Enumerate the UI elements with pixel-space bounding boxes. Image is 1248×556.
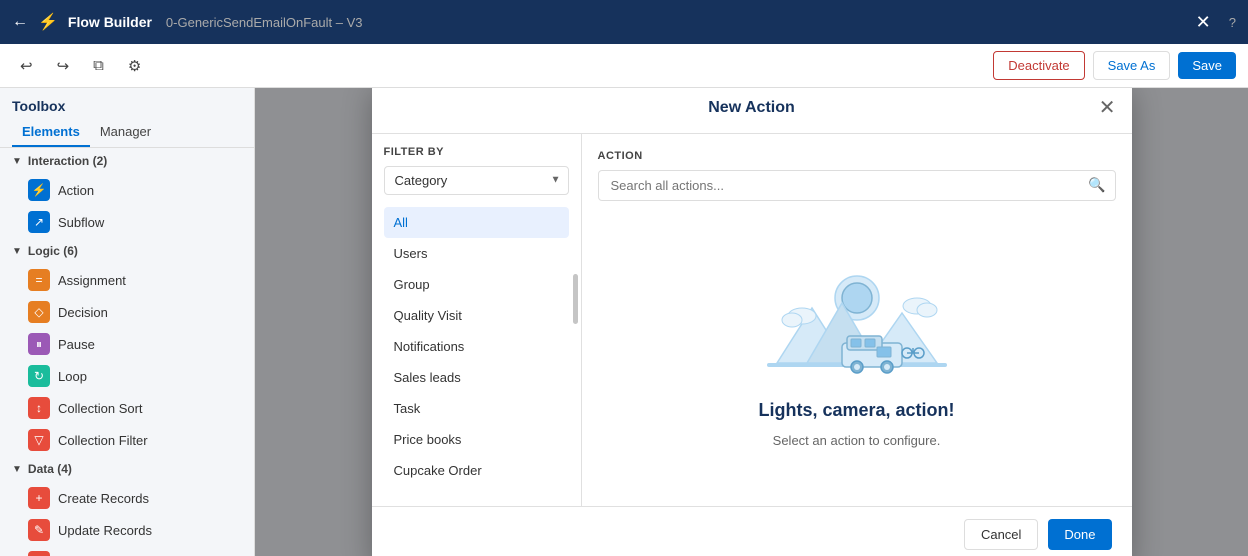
collection-sort-icon: ↕ — [28, 397, 50, 419]
app-name: Flow Builder — [68, 14, 152, 30]
sidebar-item-collection-filter-label: Collection Filter — [58, 433, 148, 448]
copy-button[interactable]: ⧉ — [85, 53, 112, 78]
sidebar-item-update-records-label: Update Records — [58, 523, 152, 538]
modal-body: Filter By Category Type Object ▼ All Use — [372, 134, 1132, 506]
top-bar: ← ⚡ Flow Builder 0-GenericSendEmailOnFau… — [0, 0, 1248, 44]
search-wrap: 🔍 — [598, 170, 1116, 201]
action-label: Action — [598, 150, 1116, 162]
section-logic[interactable]: ▼ Logic (6) — [0, 238, 254, 264]
toolbox-title: Toolbox — [0, 88, 254, 118]
action-icon: ⚡ — [28, 179, 50, 201]
back-icon[interactable]: ← — [12, 13, 28, 31]
save-button[interactable]: Save — [1178, 52, 1236, 79]
undo-button[interactable]: ↩ — [12, 53, 41, 79]
done-button[interactable]: Done — [1048, 519, 1111, 550]
category-group[interactable]: Group — [384, 269, 569, 300]
search-input[interactable] — [598, 170, 1116, 201]
assignment-icon: = — [28, 269, 50, 291]
category-users[interactable]: Users — [384, 238, 569, 269]
sidebar-item-pause-label: Pause — [58, 337, 95, 352]
toolbox-tabs: Elements Manager — [0, 118, 254, 148]
section-data[interactable]: ▼ Data (4) — [0, 456, 254, 482]
category-sales-leads[interactable]: Sales leads — [384, 362, 569, 393]
search-icon: 🔍 — [1088, 177, 1105, 194]
tab-elements[interactable]: Elements — [12, 118, 90, 147]
modal-footer: Cancel Done — [372, 506, 1132, 556]
empty-state-subtitle: Select an action to configure. — [773, 433, 941, 448]
section-interaction-label: Interaction (2) — [28, 154, 107, 168]
sidebar-item-decision-label: Decision — [58, 305, 108, 320]
category-task[interactable]: Task — [384, 393, 569, 424]
empty-state-title: Lights, camera, action! — [758, 400, 954, 421]
create-records-icon: + — [28, 487, 50, 509]
cancel-button[interactable]: Cancel — [964, 519, 1038, 550]
modal-overlay: New Action ✕ Filter By Category Type Obj… — [255, 88, 1248, 556]
flow-name: 0-GenericSendEmailOnFault – V3 — [166, 15, 363, 30]
pause-icon: ⏸ — [28, 333, 50, 355]
save-as-button[interactable]: Save As — [1093, 51, 1171, 80]
empty-state-illustration — [747, 258, 967, 388]
sidebar-item-collection-filter[interactable]: ▽ Collection Filter — [0, 424, 254, 456]
close-icon[interactable]: ✕ — [1196, 12, 1211, 33]
modal-title: New Action — [372, 88, 1132, 134]
sidebar-item-collection-sort[interactable]: ↕ Collection Sort — [0, 392, 254, 424]
deactivate-button[interactable]: Deactivate — [993, 51, 1084, 80]
sidebar-item-collection-sort-label: Collection Sort — [58, 401, 143, 416]
subflow-icon: ↗ — [28, 211, 50, 233]
toolbar: ↩ ↪ ⧉ ⚙ Deactivate Save As Save — [0, 44, 1248, 88]
filter-select-wrap: Category Type Object ▼ — [384, 166, 569, 195]
section-data-label: Data (4) — [28, 462, 72, 476]
filter-select[interactable]: Category Type Object — [384, 166, 569, 195]
sidebar-item-action-label: Action — [58, 183, 94, 198]
sidebar-item-subflow[interactable]: ↗ Subflow — [0, 206, 254, 238]
sidebar-item-get-records[interactable]: ↓ Get Records — [0, 546, 254, 556]
filter-by-label: Filter By — [384, 146, 569, 158]
sidebar-item-pause[interactable]: ⏸ Pause — [0, 328, 254, 360]
sidebar: Toolbox Elements Manager ▼ Interaction (… — [0, 88, 255, 556]
chevron-icon: ▼ — [12, 156, 22, 167]
canvas-area: ⊞ − ⤢ + New Action ✕ Filter By Category — [255, 88, 1248, 556]
category-price-books[interactable]: Price books — [384, 424, 569, 455]
modal-close-button[interactable]: ✕ — [1099, 95, 1116, 120]
loop-icon: ↻ — [28, 365, 50, 387]
collection-filter-icon: ▽ — [28, 429, 50, 451]
action-panel: Action 🔍 — [582, 134, 1132, 506]
sidebar-item-assignment-label: Assignment — [58, 273, 126, 288]
category-quality-visit[interactable]: Quality Visit — [384, 300, 569, 331]
sidebar-item-create-records[interactable]: + Create Records — [0, 482, 254, 514]
app-icon: ⚡ — [38, 12, 58, 32]
update-records-icon: ✎ — [28, 519, 50, 541]
chevron-icon: ▼ — [12, 246, 22, 257]
redo-button[interactable]: ↪ — [49, 53, 78, 79]
get-records-icon: ↓ — [28, 551, 50, 556]
sidebar-item-action[interactable]: ⚡ Action — [0, 174, 254, 206]
sidebar-item-assignment[interactable]: = Assignment — [0, 264, 254, 296]
main-layout: Toolbox Elements Manager ▼ Interaction (… — [0, 88, 1248, 556]
sidebar-item-loop[interactable]: ↻ Loop — [0, 360, 254, 392]
category-list: All Users Group Quality Visit Notificati… — [384, 207, 569, 486]
sidebar-item-create-records-label: Create Records — [58, 491, 149, 506]
decision-icon: ◇ — [28, 301, 50, 323]
scrollbar-indicator — [573, 274, 578, 324]
section-logic-label: Logic (6) — [28, 244, 78, 258]
category-cupcake-order[interactable]: Cupcake Order — [384, 455, 569, 486]
new-action-modal: New Action ✕ Filter By Category Type Obj… — [372, 88, 1132, 556]
empty-state: Lights, camera, action! Select an action… — [598, 217, 1116, 490]
sidebar-item-subflow-label: Subflow — [58, 215, 104, 230]
sidebar-item-loop-label: Loop — [58, 369, 87, 384]
category-all[interactable]: All — [384, 207, 569, 238]
sidebar-item-decision[interactable]: ◇ Decision — [0, 296, 254, 328]
sidebar-item-update-records[interactable]: ✎ Update Records — [0, 514, 254, 546]
section-interaction[interactable]: ▼ Interaction (2) — [0, 148, 254, 174]
filter-panel: Filter By Category Type Object ▼ All Use — [372, 134, 582, 506]
tab-manager[interactable]: Manager — [90, 118, 161, 147]
category-notifications[interactable]: Notifications — [384, 331, 569, 362]
chevron-icon: ▼ — [12, 464, 22, 475]
help-icon[interactable]: ? — [1229, 15, 1236, 30]
settings-button[interactable]: ⚙ — [120, 53, 149, 79]
